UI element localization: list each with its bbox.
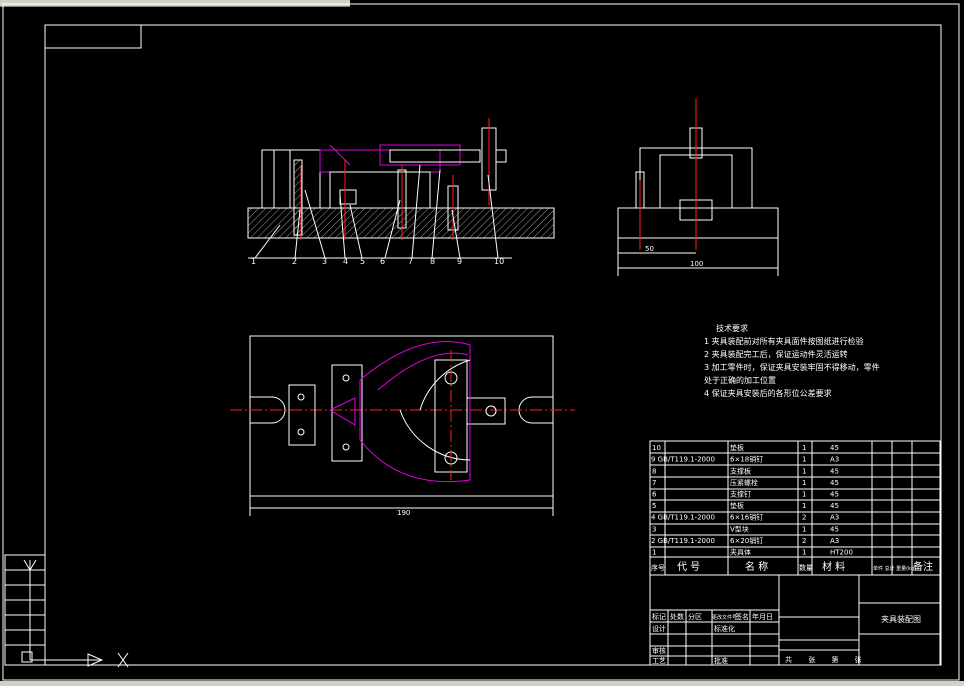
bom-header: 序号 代 号 名 称 数量 材 料 单件 总计 重量(kg) 备注 — [651, 560, 933, 573]
tb-zone: 分区 — [688, 612, 702, 621]
part-label-4: 4 — [343, 257, 348, 266]
status-strip — [0, 681, 964, 686]
bom-cell-qty: 1 — [802, 467, 806, 475]
tech-req-3b: 处于正确的加工位置 — [704, 375, 776, 385]
tb-approve: 批准 — [714, 656, 728, 665]
tb-sign: 签名 — [735, 612, 749, 621]
bom-cell-material: 45 — [830, 444, 839, 452]
bom-cell-no: 5 — [652, 502, 656, 510]
tb-check: 审核 — [652, 646, 666, 655]
bom-cell-qty: 1 — [802, 549, 806, 557]
bom-cell-name: 垫板 — [730, 443, 744, 452]
bom-cell-no: 8 — [652, 467, 656, 475]
bom-cell-no: 10 — [652, 444, 661, 452]
plan-view — [230, 335, 575, 516]
part-label-9: 9 — [457, 257, 462, 266]
tb-sheet-info: 共 张 第 张 — [785, 655, 862, 664]
tb-count: 处数 — [670, 612, 684, 621]
part-label-1: 1 — [251, 257, 256, 266]
bom-cell-material: 45 — [830, 467, 839, 475]
tb-date: 年月日 — [752, 612, 773, 621]
bom-header-weight: 单件 总计 重量(kg) — [873, 565, 916, 572]
bom-cell-material: A3 — [830, 514, 839, 522]
bom-cell-name: 6×16销钉 — [730, 513, 763, 522]
part-label-2: 2 — [292, 257, 297, 266]
bom-header-code: 代 号 — [677, 561, 700, 573]
ucs-icon — [21, 559, 129, 668]
tech-req-2: 2 夹具装配完工后，保证运动件灵活运转 — [704, 349, 848, 359]
part-label-3: 3 — [322, 257, 327, 266]
tech-req-3: 3 加工零件时，保证夹具安装牢固不得移动，零件 — [704, 362, 880, 372]
bom-header-material: 材 料 — [822, 560, 845, 573]
bom-cell-qty: 1 — [802, 525, 806, 533]
bom-cell-material: 45 — [830, 502, 839, 510]
left-strip — [4, 554, 46, 666]
bom-cell-material: HT200 — [830, 549, 853, 557]
bom-cell-name: 夹具体 — [730, 548, 751, 557]
drawing-title: 夹具装配图 — [881, 614, 921, 624]
part-label-6: 6 — [380, 257, 385, 266]
bom-cell-material: 45 — [830, 491, 839, 499]
bom-cell-qty: 2 — [802, 514, 806, 522]
tb-standard: 标准化 — [714, 624, 735, 633]
bom-cell-material: 45 — [830, 479, 839, 487]
bom-cell-no: 6 — [652, 491, 657, 499]
bom-cell-name: 支撑钉 — [730, 490, 751, 499]
tb-mark: 标记 — [652, 612, 666, 621]
bom-cell-name: 压紧螺栓 — [730, 478, 758, 487]
dim-50-label: 50 — [645, 245, 654, 253]
bom-cell-no: 9 GB/T119.1-2000 — [651, 456, 715, 464]
tech-req-1: 1 夹具装配前对所有夹具面件按图纸进行检验 — [704, 336, 864, 346]
tech-requirements: 技术要求 1 夹具装配前对所有夹具面件按图纸进行检验 2 夹具装配完工后，保证运… — [704, 323, 880, 398]
part-label-8: 8 — [430, 257, 435, 266]
bom-cell-no: 3 — [652, 525, 656, 533]
bom-cell-material: A3 — [830, 537, 839, 545]
bom-cell-qty: 1 — [802, 502, 806, 510]
bom-cell-no: 2 GB/T119.1-2000 — [651, 537, 715, 545]
dim-190-label: 190 — [397, 509, 410, 517]
code-box — [44, 24, 142, 49]
front-view — [247, 118, 555, 240]
bom-cell-name: 支撑板 — [730, 466, 751, 475]
part-label-10: 10 — [494, 257, 504, 266]
side-view — [617, 98, 779, 276]
bom-cell-qty: 1 — [802, 491, 806, 499]
bom-cell-no: 4 GB/T119.1-2000 — [651, 514, 715, 522]
tb-design: 设计 — [652, 624, 666, 633]
title-block-text: 标记 处数 分区 更改文件号 签名 年月日 设计 标准化 审核 工艺 批准 共 … — [652, 612, 921, 665]
bom-header-no: 序号 — [651, 563, 665, 572]
bom-cell-name: 垫板 — [730, 501, 744, 510]
tb-process: 工艺 — [652, 657, 666, 665]
bom-header-remark: 备注 — [913, 560, 933, 573]
cad-drawing-canvas[interactable]: 1 2 3 4 5 6 7 8 9 10 50 100 190 技术要求 1 夹… — [0, 0, 964, 686]
part-label-7: 7 — [408, 257, 413, 266]
bom-cell-name: 6×20销钉 — [730, 536, 763, 545]
bom-cell-no: 7 — [652, 479, 656, 487]
bom-cell-qty: 1 — [802, 456, 806, 464]
dim-100-label: 100 — [690, 260, 703, 268]
bom-cell-name: V型块 — [730, 524, 749, 533]
bom-header-qty: 数量 — [799, 563, 813, 572]
bom-cell-material: A3 — [830, 456, 839, 464]
tech-requirements-title: 技术要求 — [716, 323, 748, 333]
tech-req-4: 4 保证夹具安装后的各形位公差要求 — [704, 388, 832, 398]
bom-cell-name: 6×18销钉 — [730, 455, 763, 464]
bom-cell-qty: 1 — [802, 479, 806, 487]
bom-cell-qty: 1 — [802, 444, 806, 452]
bom-header-name: 名 称 — [745, 560, 768, 573]
tb-change-doc: 更改文件号 — [712, 614, 737, 621]
bom-cell-qty: 2 — [802, 537, 806, 545]
part-label-5: 5 — [360, 257, 365, 266]
bom-cell-no: 1 — [652, 549, 656, 557]
bom-cell-material: 45 — [830, 525, 839, 533]
